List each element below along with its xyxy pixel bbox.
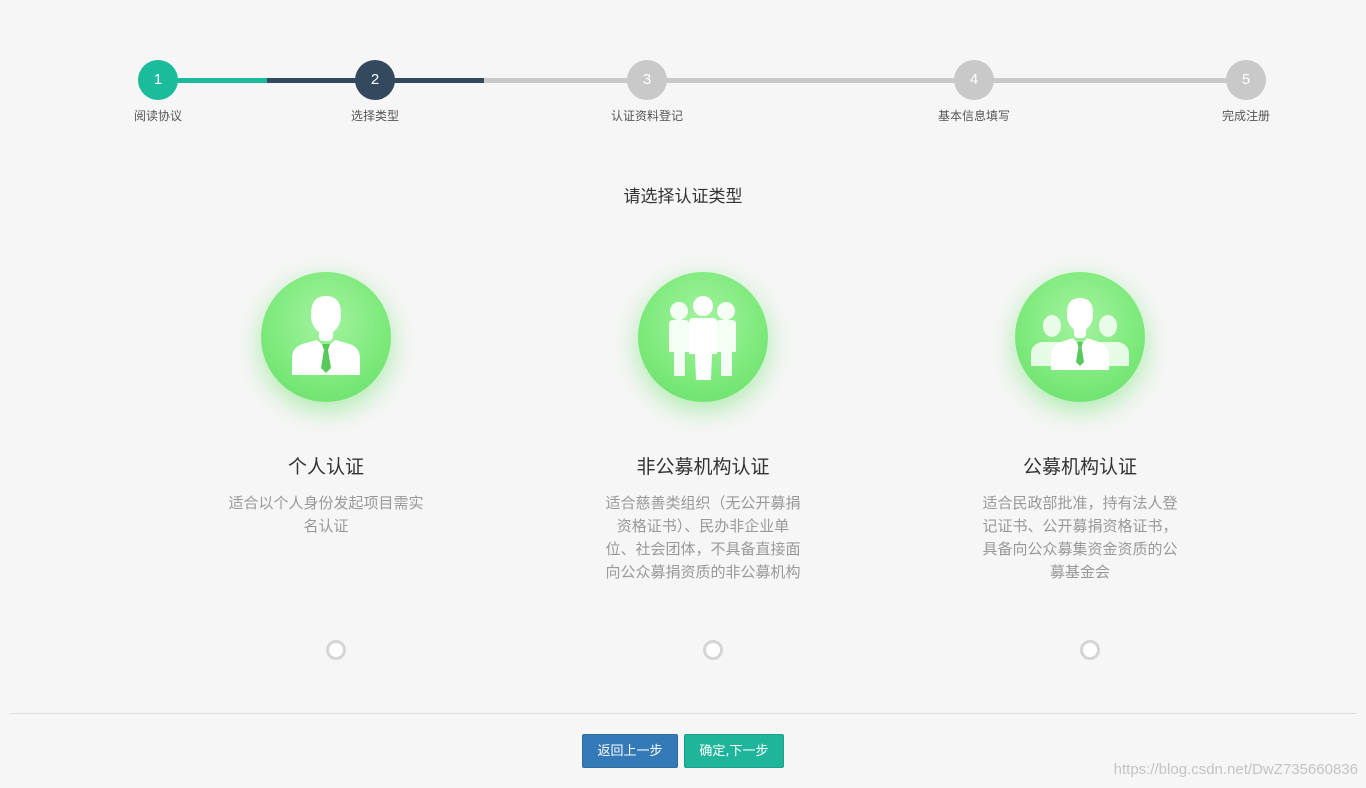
step-complete-registration: 5 完成注册: [1186, 60, 1306, 124]
divider: [10, 713, 1356, 714]
step-number: 5: [1226, 60, 1266, 100]
step-select-type: 2 选择类型: [315, 60, 435, 124]
step-label: 基本信息填写: [937, 109, 1010, 123]
radio-non-public-org[interactable]: [703, 640, 723, 660]
step-number: 4: [954, 60, 994, 100]
page-title: 请选择认证类型: [623, 187, 743, 207]
step-label: 选择类型: [350, 109, 399, 123]
option-title: 非公募机构认证: [636, 456, 770, 478]
radio-public-org[interactable]: [1080, 640, 1100, 660]
option-description: 适合民政部批准，持有法人登记证书、公开募捐资格证书，具备向公众募集资金资质的公募…: [982, 494, 1178, 581]
page: 1 阅读协议 2 选择类型 3 认证资料登记 4 基本信息填写 5 完成注册 请…: [0, 0, 1366, 788]
confirm-next-button[interactable]: 确定,下一步: [684, 734, 784, 768]
option-title: 个人认证: [287, 456, 364, 478]
option-description: 适合慈善类组织（无公开募捐资格证书）、民办非企业单位、社会团体，不具备直接面向公…: [605, 494, 801, 581]
group-icon: [638, 272, 768, 402]
step-basic-info: 4 基本信息填写: [914, 60, 1034, 124]
back-button[interactable]: 返回上一步: [582, 734, 678, 768]
option-description: 适合以个人身份发起项目需实名认证: [228, 494, 424, 535]
option-card-non-public-org[interactable]: 非公募机构认证 适合慈善类组织（无公开募捐资格证书）、民办非企业单位、社会团体，…: [573, 272, 833, 584]
option-card-personal[interactable]: 个人认证 适合以个人身份发起项目需实名认证: [196, 272, 456, 538]
step-label: 完成注册: [1221, 109, 1270, 123]
step-read-agreement: 1 阅读协议: [98, 60, 218, 124]
step-label: 阅读协议: [133, 109, 182, 123]
option-title: 公募机构认证: [1022, 456, 1137, 478]
radio-personal[interactable]: [326, 640, 346, 660]
step-number: 1: [138, 60, 178, 100]
option-card-public-org[interactable]: 公募机构认证 适合民政部批准，持有法人登记证书、公开募捐资格证书，具备向公众募集…: [950, 272, 1210, 584]
step-number: 3: [627, 60, 667, 100]
person-icon: [261, 272, 391, 402]
team-leader-icon: [1015, 272, 1145, 402]
step-label: 认证资料登记: [610, 109, 683, 123]
watermark: https://blog.csdn.net/DwZ735660836: [1113, 761, 1358, 778]
step-certification-info: 3 认证资料登记: [587, 60, 707, 124]
step-number: 2: [355, 60, 395, 100]
